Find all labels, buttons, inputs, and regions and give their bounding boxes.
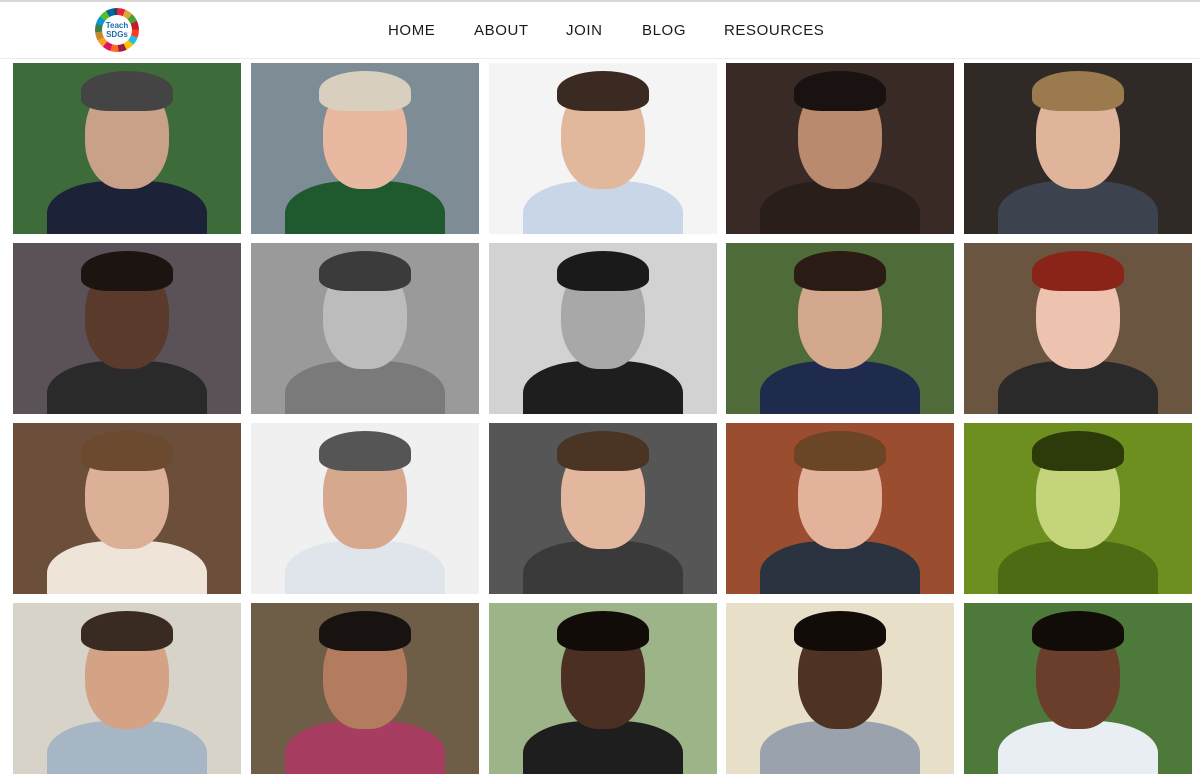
member-photo[interactable] xyxy=(251,603,479,774)
portrait-hair xyxy=(81,71,173,111)
portrait-hair xyxy=(557,251,649,291)
site-header: Teach SDGs HOME ABOUT JOIN BLOG RESOURCE… xyxy=(0,2,1200,59)
member-photo[interactable] xyxy=(726,603,954,774)
portrait-hair xyxy=(319,431,411,471)
portrait-hair xyxy=(81,251,173,291)
member-photo[interactable] xyxy=(726,243,954,414)
portrait-hair xyxy=(1032,611,1124,651)
member-photo[interactable] xyxy=(489,423,717,594)
member-photo[interactable] xyxy=(964,603,1192,774)
member-photo[interactable] xyxy=(489,243,717,414)
member-photo-grid xyxy=(0,63,1200,774)
member-photo[interactable] xyxy=(964,423,1192,594)
teach-sdgs-logo[interactable]: Teach SDGs xyxy=(95,8,139,52)
member-photo[interactable] xyxy=(13,243,241,414)
portrait-hair xyxy=(319,251,411,291)
portrait-hair xyxy=(794,431,886,471)
portrait-hair xyxy=(794,251,886,291)
nav-blog[interactable]: BLOG xyxy=(642,22,686,39)
nav-home[interactable]: HOME xyxy=(388,22,435,39)
logo-line1: Teach xyxy=(105,21,129,30)
portrait-hair xyxy=(81,611,173,651)
member-photo[interactable] xyxy=(726,63,954,234)
portrait-hair xyxy=(794,611,886,651)
portrait-hair xyxy=(1032,431,1124,471)
portrait-hair xyxy=(794,71,886,111)
nav-join[interactable]: JOIN xyxy=(566,22,603,39)
member-photo[interactable] xyxy=(964,63,1192,234)
member-photo[interactable] xyxy=(251,423,479,594)
logo-line2: SDGs xyxy=(106,30,128,39)
portrait-hair xyxy=(1032,71,1124,111)
member-photo[interactable] xyxy=(726,423,954,594)
portrait-hair xyxy=(557,71,649,111)
member-photo[interactable] xyxy=(489,63,717,234)
member-photo[interactable] xyxy=(489,603,717,774)
portrait-hair xyxy=(81,431,173,471)
nav-about[interactable]: ABOUT xyxy=(474,22,529,39)
member-photo[interactable] xyxy=(251,243,479,414)
portrait-hair xyxy=(319,611,411,651)
member-photo[interactable] xyxy=(13,603,241,774)
portrait-hair xyxy=(1032,251,1124,291)
member-photo[interactable] xyxy=(13,423,241,594)
member-photo[interactable] xyxy=(251,63,479,234)
logo-text: Teach SDGs xyxy=(102,15,132,45)
portrait-hair xyxy=(557,431,649,471)
nav-resources[interactable]: RESOURCES xyxy=(724,22,824,39)
member-photo[interactable] xyxy=(964,243,1192,414)
portrait-hair xyxy=(557,611,649,651)
member-photo[interactable] xyxy=(13,63,241,234)
portrait-hair xyxy=(319,71,411,111)
